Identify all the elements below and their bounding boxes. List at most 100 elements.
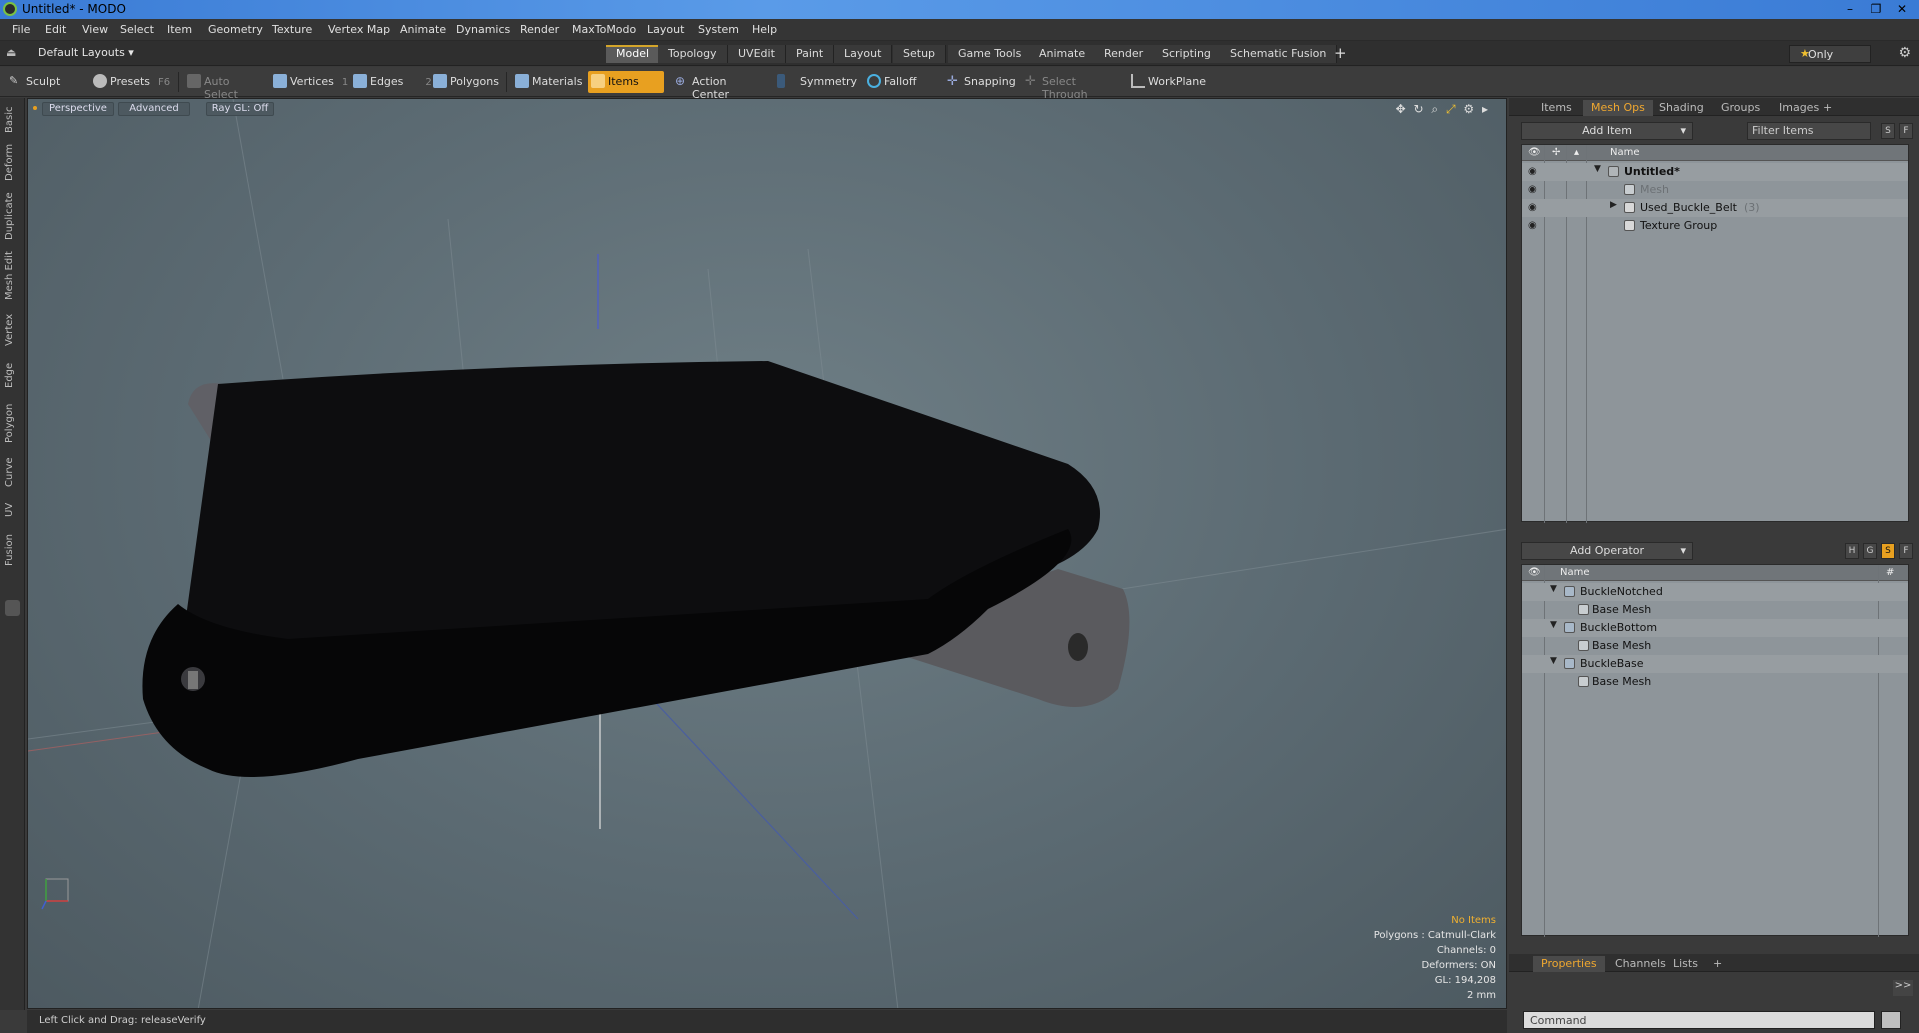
pan-icon[interactable]: ✥ <box>1396 102 1406 116</box>
meshop-row-base-mesh[interactable]: Base Mesh <box>1522 637 1908 655</box>
eye-icon[interactable]: ◉ <box>1528 184 1540 195</box>
tab-topology[interactable]: Topology <box>658 45 728 63</box>
collapse-triangle-icon[interactable]: ▼ <box>1550 656 1557 666</box>
menu-animate[interactable]: Animate <box>400 23 446 36</box>
expand-button[interactable]: >> <box>1893 980 1913 996</box>
menu-help[interactable]: Help <box>752 23 777 36</box>
filter-items-input[interactable]: Filter Items <box>1747 122 1871 140</box>
menu-dynamics[interactable]: Dynamics <box>456 23 510 36</box>
minimize-button[interactable]: – <box>1837 1 1863 17</box>
tab-schematic-fusion[interactable]: Schematic Fusion <box>1220 45 1338 63</box>
edges-button[interactable]: Edges 2 <box>350 71 432 93</box>
name-column-header[interactable]: Name <box>1560 567 1590 578</box>
tab-shading[interactable]: Shading <box>1651 100 1712 116</box>
tab-layout[interactable]: Layout <box>834 45 893 63</box>
menu-render[interactable]: Render <box>520 23 559 36</box>
tab-scripting[interactable]: Scripting <box>1152 45 1222 63</box>
tab-model[interactable]: Model <box>606 45 661 63</box>
tree-row-scene[interactable]: ◉ ▼ Untitled* <box>1522 163 1908 181</box>
vtab-edge[interactable]: Edge <box>4 358 21 392</box>
menu-maxtomodo[interactable]: MaxToModo <box>572 23 636 36</box>
meshop-row-bucklenotched[interactable]: ▼ BuckleNotched <box>1522 583 1908 601</box>
vtab-mesh-edit[interactable]: Mesh Edit <box>4 250 21 302</box>
symmetry-button[interactable]: Symmetry <box>774 71 857 93</box>
add-operator-button[interactable]: Add Operator ▾ <box>1521 542 1693 560</box>
auto-select-button[interactable]: Auto Select <box>184 71 266 101</box>
shading-advanced-dropdown[interactable]: Advanced <box>118 102 190 116</box>
rotate-icon[interactable]: ↻ <box>1413 102 1423 116</box>
tab-mesh-ops[interactable]: Mesh Ops <box>1583 100 1653 116</box>
close-button[interactable]: ✕ <box>1889 1 1915 17</box>
falloff-button[interactable]: Falloff <box>864 71 938 93</box>
menu-layout[interactable]: Layout <box>647 23 684 36</box>
tab-groups[interactable]: Groups <box>1713 100 1768 116</box>
expand-triangle-icon[interactable]: ▶ <box>1610 200 1617 210</box>
maximize-button[interactable]: ❐ <box>1863 1 1889 17</box>
view-mode-dropdown[interactable]: Perspective <box>42 102 114 116</box>
tab-paint[interactable]: Paint <box>786 45 835 63</box>
viewport-gear-icon[interactable]: ⚙ <box>1463 102 1474 116</box>
vertices-button[interactable]: Vertices 1 <box>270 71 348 93</box>
vtab-fusion[interactable]: Fusion <box>4 530 21 570</box>
vtab-uv[interactable]: UV <box>4 498 21 522</box>
add-tab-button[interactable]: + <box>1334 44 1347 62</box>
items-tree[interactable]: 👁 ✢ ▴ Name ◉ ▼ Untitled* ◉ Mesh ◉ ▶ Used… <box>1521 144 1909 523</box>
eye-icon[interactable]: ◉ <box>1528 166 1540 177</box>
raygl-toggle[interactable]: Ray GL: Off <box>206 102 274 116</box>
h-button[interactable]: H <box>1845 543 1859 559</box>
viewport-scene[interactable] <box>28 99 1507 1009</box>
collapse-triangle-icon[interactable]: ▼ <box>1550 620 1557 630</box>
tree-row-texture-group[interactable]: ◉ Texture Group <box>1522 217 1908 235</box>
meshop-row-base-mesh[interactable]: Base Mesh <box>1522 601 1908 619</box>
viewport-menu-dot[interactable] <box>33 106 37 110</box>
tab-lists[interactable]: Lists <box>1665 956 1706 972</box>
tab-setup[interactable]: Setup <box>893 45 947 63</box>
eye-icon[interactable]: ◉ <box>1528 220 1540 231</box>
add-properties-tab[interactable]: + <box>1705 956 1730 972</box>
s-button[interactable]: S <box>1881 543 1895 559</box>
presets-button[interactable]: Presets F6 <box>90 71 172 93</box>
menu-edit[interactable]: Edit <box>45 23 66 36</box>
vtab-basic[interactable]: Basic <box>4 104 21 136</box>
menu-vertex-map[interactable]: Vertex Map <box>328 23 390 36</box>
menu-select[interactable]: Select <box>120 23 154 36</box>
tab-properties[interactable]: Properties <box>1533 956 1605 972</box>
viewport-expand-icon[interactable]: ▸ <box>1482 102 1488 116</box>
workplane-button[interactable]: WorkPlane <box>1128 71 1212 93</box>
eye-icon[interactable]: ◉ <box>1528 202 1540 213</box>
collapse-triangle-icon[interactable]: ▼ <box>1550 584 1557 594</box>
vtab-vertex[interactable]: Vertex <box>4 310 21 350</box>
vtab-duplicate[interactable]: Duplicate <box>4 190 21 242</box>
command-history-button[interactable] <box>1881 1011 1901 1029</box>
items-mode-button[interactable]: Items <box>588 71 664 93</box>
select-through-button[interactable]: ✛ Select Through <box>1022 71 1122 101</box>
mesh-ops-list[interactable]: 👁 Name # ▼ BuckleNotched Base Mesh ▼ Buc… <box>1521 564 1909 937</box>
tab-items[interactable]: Items <box>1533 100 1580 116</box>
vtab-polygon[interactable]: Polygon <box>4 400 21 446</box>
tab-render[interactable]: Render <box>1094 45 1155 63</box>
tab-uvedit[interactable]: UVEdit <box>728 45 786 63</box>
sculpt-button[interactable]: ✎ Sculpt <box>6 71 86 93</box>
add-panel-tab[interactable]: + <box>1815 100 1840 116</box>
meshop-row-bucklebase[interactable]: ▼ BuckleBase <box>1522 655 1908 673</box>
collapse-triangle-icon[interactable]: ▼ <box>1594 164 1601 174</box>
3d-viewport[interactable]: Perspective Advanced Ray GL: Off ✥ ↻ ⌕ ⤢… <box>27 98 1507 1009</box>
only-toggle-button[interactable]: ★ Only <box>1789 45 1871 63</box>
polygons-button[interactable]: Polygons <box>430 71 502 93</box>
menu-geometry[interactable]: Geometry <box>208 23 263 36</box>
vtab-deform[interactable]: Deform <box>4 142 21 182</box>
meshop-row-bucklebottom[interactable]: ▼ BuckleBottom <box>1522 619 1908 637</box>
add-item-button[interactable]: Add Item ▾ <box>1521 122 1693 140</box>
snapping-button[interactable]: ✛ Snapping <box>944 71 1028 93</box>
tab-game-tools[interactable]: Game Tools <box>948 45 1033 63</box>
filter-s-button[interactable]: S <box>1881 123 1895 139</box>
layouts-menu-icon[interactable]: ⏏ <box>6 46 16 59</box>
menu-item[interactable]: Item <box>167 23 192 36</box>
tree-row-used-buckle-belt[interactable]: ◉ ▶ Used_Buckle_Belt (3) <box>1522 199 1908 217</box>
tab-channels[interactable]: Channels <box>1607 956 1674 972</box>
vtab-curve[interactable]: Curve <box>4 454 21 490</box>
layouts-dropdown[interactable]: Default Layouts ▾ <box>38 46 134 59</box>
menu-view[interactable]: View <box>82 23 108 36</box>
action-center-button[interactable]: ⊕ Action Center <box>672 71 764 101</box>
tool-palette-button[interactable] <box>5 600 20 616</box>
